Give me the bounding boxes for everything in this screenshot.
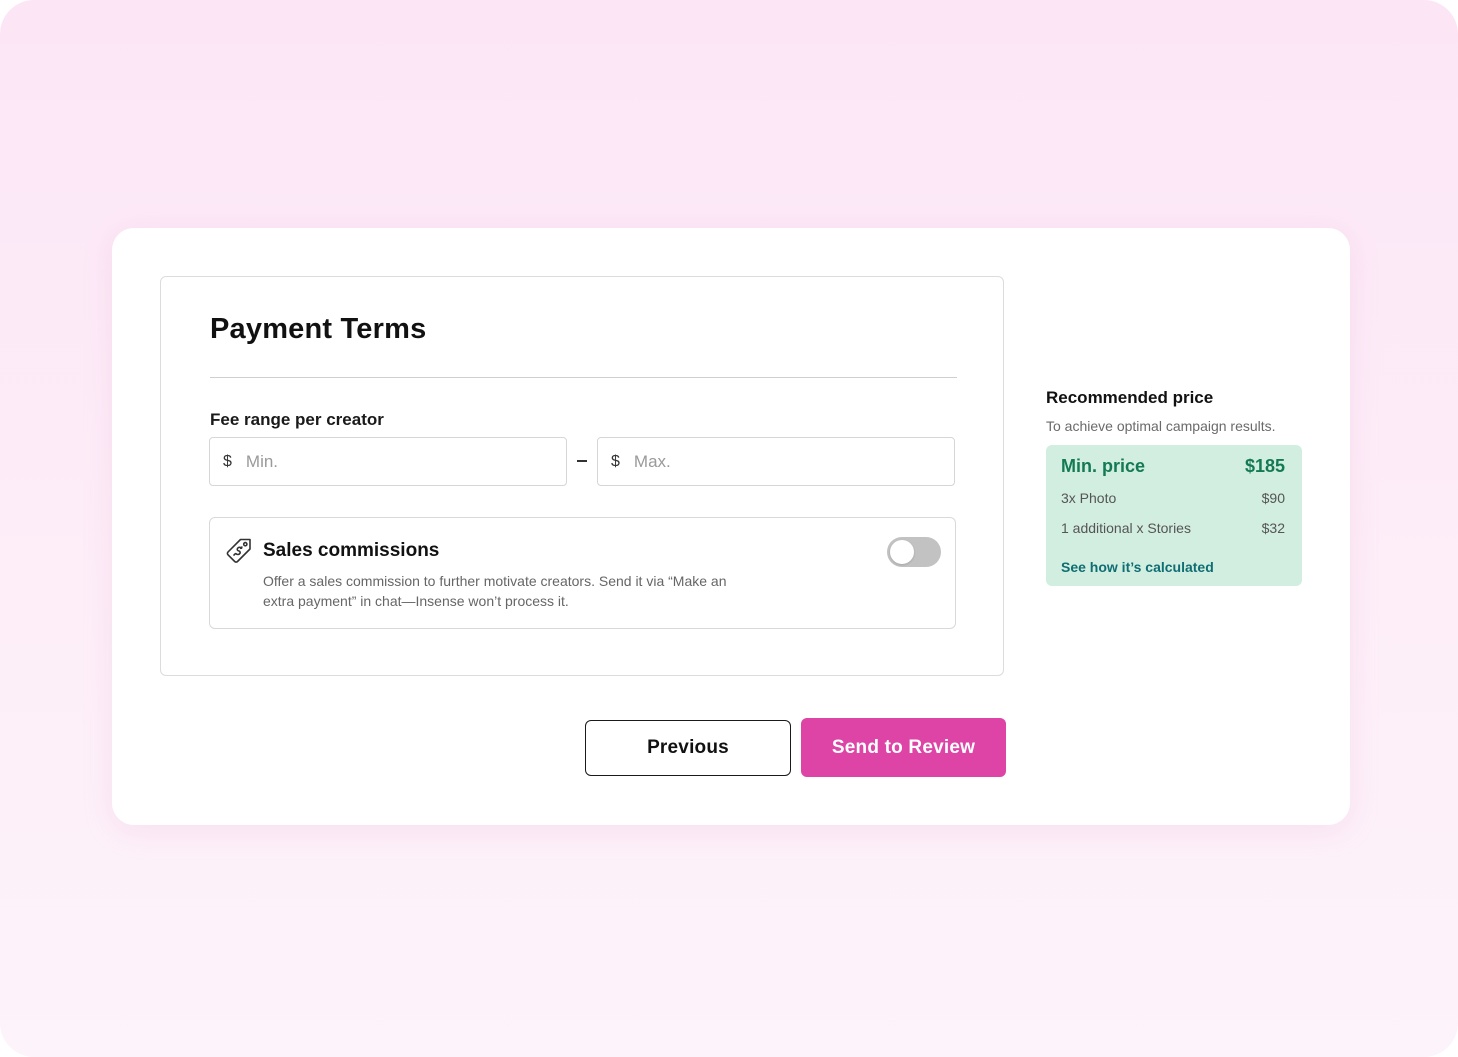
price-item-label: 1 additional x Stories <box>1061 520 1191 536</box>
page-background: Payment Terms Fee range per creator $ - … <box>0 0 1458 1057</box>
min-price-label: Min. price <box>1061 456 1146 476</box>
sales-commissions-title: Sales commissions <box>263 540 440 561</box>
range-separator: - <box>577 460 587 462</box>
page-title: Payment Terms <box>210 313 427 345</box>
price-tag-dollar-icon <box>224 536 254 566</box>
min-price-value: $185 <box>1244 456 1285 476</box>
price-breakdown-box: Min. price $185 3x Photo $90 1 additiona… <box>1046 445 1302 586</box>
price-item-label: 3x Photo <box>1061 490 1117 506</box>
see-calculation-link[interactable]: See how it’s calculated <box>1061 559 1214 575</box>
price-item-row: 1 additional x Stories $32 <box>1061 520 1285 536</box>
price-item-row: 3x Photo $90 <box>1061 490 1285 506</box>
max-fee-field[interactable]: $ <box>597 437 955 486</box>
max-fee-input[interactable] <box>633 451 914 472</box>
previous-button[interactable]: Previous <box>585 720 791 776</box>
price-item-value: $90 <box>1261 490 1285 506</box>
toggle-knob <box>890 540 914 564</box>
send-to-review-button[interactable]: Send to Review <box>801 718 1006 777</box>
recommended-price-section: Recommended price To achieve optimal cam… <box>1046 388 1308 586</box>
sales-commissions-description: Offer a sales commission to further moti… <box>263 573 727 609</box>
title-divider <box>210 377 957 378</box>
payment-terms-panel: Payment Terms Fee range per creator $ - … <box>160 276 1004 676</box>
recommended-price-subtitle: To achieve optimal campaign results. <box>1046 418 1276 434</box>
fee-range-label: Fee range per creator <box>210 410 384 429</box>
max-currency-symbol: $ <box>611 452 620 470</box>
recommended-price-title: Recommended price <box>1046 388 1214 407</box>
sales-commissions-toggle[interactable] <box>887 537 941 567</box>
min-fee-input[interactable] <box>245 451 526 472</box>
min-currency-symbol: $ <box>223 452 232 470</box>
min-price-row: Min. price $185 <box>1061 456 1285 477</box>
min-fee-field[interactable]: $ <box>209 437 567 486</box>
price-item-value: $32 <box>1261 520 1285 536</box>
sales-commissions-card: Sales commissions Offer a sales commissi… <box>209 517 956 629</box>
form-card: Payment Terms Fee range per creator $ - … <box>112 228 1350 825</box>
